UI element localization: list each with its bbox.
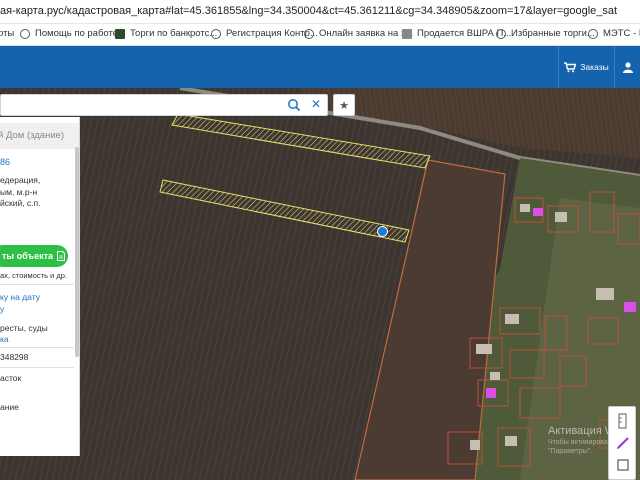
divider — [0, 367, 74, 368]
browser-url-bar[interactable]: ая-карта.рус/кадастровая_карта#lat=45.36… — [0, 0, 640, 24]
clear-icon[interactable]: ✕ — [309, 97, 323, 111]
check-link[interactable]: ка — [0, 334, 9, 344]
cadastral-number-link[interactable]: 86 — [0, 157, 10, 167]
divider — [0, 284, 74, 285]
panel-title: й Дом (здание) — [0, 123, 79, 149]
globe-icon — [211, 28, 221, 39]
document-icon — [57, 251, 66, 261]
bookmark-label: Онлайн заявка на з... — [319, 28, 414, 39]
address-line: йский, с.п. — [0, 198, 41, 208]
land-plot-text: асток — [0, 373, 22, 383]
bookmark-item[interactable]: рты — [0, 28, 14, 39]
favorites-button[interactable]: ★ — [333, 94, 355, 116]
globe-icon — [588, 28, 598, 39]
bookmark-item[interactable]: МЭТС - Ин — [588, 28, 640, 39]
bookmark-item[interactable]: Регистрация Контр... — [211, 28, 318, 39]
windows-activation-hint: Чтобы активирова "Параметры". — [548, 438, 608, 456]
hint-line: Чтобы активирова — [548, 439, 608, 446]
panel-scrollbar[interactable] — [75, 147, 79, 357]
related-number: 348298 — [0, 352, 29, 362]
user-icon — [622, 61, 633, 73]
object-documents-button[interactable]: ты объекта — [0, 245, 68, 267]
ruler-icon[interactable] — [615, 413, 631, 429]
extract-date-link[interactable]: ку на дату — [0, 292, 40, 302]
globe-icon — [20, 28, 30, 39]
bookmark-item[interactable]: Помощь по работе... — [20, 28, 126, 39]
bookmark-label: Помощь по работе... — [35, 28, 126, 39]
object-info-panel: й Дом (здание) 86 едерация, ым, м.р-н йс… — [0, 117, 80, 456]
orders-button[interactable]: Заказы — [558, 46, 614, 88]
bookmark-item[interactable]: Онлайн заявка на з... — [304, 28, 413, 39]
satellite-map[interactable] — [0, 88, 640, 480]
hammer-icon — [115, 28, 125, 39]
hint-line: "Параметры". — [548, 448, 593, 455]
extract-date-link-cont[interactable]: у — [0, 304, 4, 314]
button-note: ах, стоимость и др. — [0, 271, 67, 280]
divider — [0, 347, 74, 348]
bookmark-label: Торги по банкротс... — [130, 28, 218, 39]
orders-label: Заказы — [580, 62, 609, 72]
address-line: ым, м.р-н — [0, 186, 38, 197]
building-text: ание — [0, 402, 19, 412]
bookmark-label: МЭТС - Ин — [603, 28, 640, 39]
location-marker[interactable] — [377, 226, 388, 237]
globe-icon — [496, 28, 506, 39]
doc-icon — [402, 28, 412, 39]
top-navigation: Заказы — [0, 46, 640, 88]
bookmarks-bar: рты Помощь по работе... Торги по банкрот… — [0, 24, 640, 46]
arrests-text: ресты, суды — [0, 323, 48, 333]
bookmark-label: Избранные торги... — [511, 28, 595, 39]
search-icon[interactable] — [287, 98, 301, 112]
cart-icon — [564, 61, 577, 72]
address-line: едерация, — [0, 175, 41, 185]
user-menu-button[interactable] — [614, 46, 640, 88]
pencil-icon[interactable] — [615, 435, 631, 451]
map-search-box: ✕ — [0, 94, 328, 116]
bookmark-label: рты — [0, 28, 15, 39]
bookmark-item[interactable]: Избранные торги... — [496, 28, 595, 39]
url-text[interactable]: ая-карта.рус/кадастровая_карта#lat=45.36… — [0, 5, 617, 17]
bookmark-item[interactable]: Торги по банкротс... — [115, 28, 217, 39]
globe-icon — [304, 28, 314, 39]
search-input[interactable] — [1, 95, 281, 115]
panel-title-text: й Дом (здание) — [0, 130, 65, 141]
map-tools-panel — [608, 406, 636, 480]
address: едерация, ым, м.р-н йский, с.п. — [0, 175, 41, 210]
star-icon: ★ — [339, 99, 349, 112]
bookmark-item[interactable]: Продается ВШРА П... — [402, 28, 511, 39]
button-label: ты объекта — [2, 251, 54, 261]
square-icon[interactable] — [615, 457, 631, 473]
